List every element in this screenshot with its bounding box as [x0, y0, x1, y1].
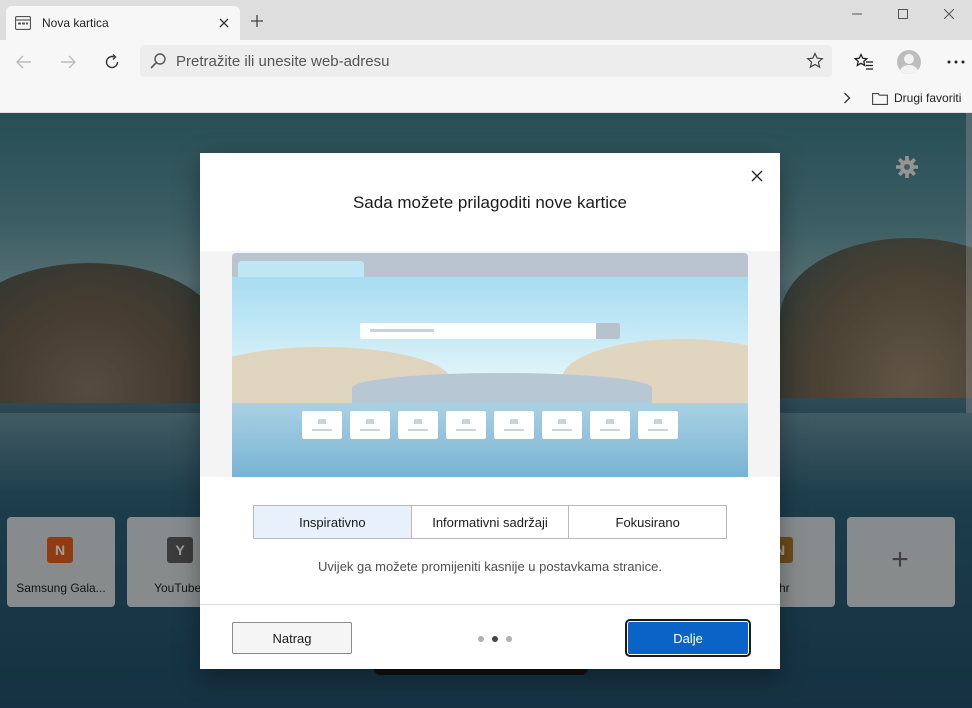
new-tab-button[interactable] — [244, 8, 270, 34]
tab-title: Nova kartica — [42, 16, 109, 30]
layout-preview-illustration — [232, 253, 748, 477]
favorites-bar: Drugi favoriti — [0, 82, 972, 113]
refresh-button[interactable] — [96, 46, 128, 78]
preview-tile — [446, 411, 486, 439]
preview-hill — [352, 373, 652, 403]
preview-tile — [542, 411, 582, 439]
newtab-page-icon — [14, 14, 32, 32]
favorites-icon — [854, 53, 873, 70]
back-button[interactable] — [8, 46, 40, 78]
customize-dialog: Sada možete prilagoditi nove kartice Ins… — [200, 153, 780, 669]
layout-options: Inspirativno Informativni sadržaji Fokus… — [253, 505, 727, 539]
preview-tile — [590, 411, 630, 439]
title-bar: Nova kartica — [0, 0, 972, 40]
more-icon — [947, 60, 965, 64]
add-favorite-button[interactable] — [798, 52, 832, 70]
other-favorites-label: Drugi favoriti — [894, 91, 962, 105]
folder-icon — [872, 92, 888, 105]
close-icon — [751, 170, 763, 182]
page-indicator — [478, 636, 512, 642]
preview-tile — [302, 411, 342, 439]
avatar — [897, 50, 921, 74]
search-icon — [140, 52, 176, 70]
preview-search-button — [596, 323, 620, 339]
address-bar[interactable] — [140, 45, 832, 77]
favorites-button[interactable] — [848, 46, 880, 78]
dialog-hint: Uvijek ga možete promijeniti kasnije u p… — [318, 559, 662, 574]
star-plus-icon — [806, 52, 824, 69]
dialog-divider — [200, 604, 780, 605]
window-controls — [834, 0, 972, 28]
preview-tile — [350, 411, 390, 439]
minimize-button[interactable] — [834, 0, 880, 28]
chevron-right-icon — [844, 92, 851, 104]
next-button[interactable]: Dalje — [625, 619, 751, 657]
forward-arrow-icon — [61, 55, 76, 69]
option-inspirational[interactable]: Inspirativno — [254, 506, 412, 538]
page-dot-active — [492, 636, 498, 642]
other-favorites-folder[interactable]: Drugi favoriti — [872, 86, 961, 110]
option-focused[interactable]: Fokusirano — [569, 506, 727, 538]
preview-landscape — [232, 277, 748, 477]
tab-new-tab[interactable]: Nova kartica — [6, 6, 240, 40]
dialog-title: Sada možete prilagoditi nove kartice — [352, 193, 628, 212]
settings-more-button[interactable] — [940, 46, 972, 78]
refresh-icon — [105, 54, 119, 69]
preview-tile — [638, 411, 678, 439]
back-button[interactable]: Natrag — [232, 622, 352, 654]
toolbar — [0, 40, 972, 82]
profile-button[interactable] — [893, 46, 925, 78]
maximize-button[interactable] — [880, 0, 926, 28]
forward-button[interactable] — [52, 46, 84, 78]
preview-tile — [494, 411, 534, 439]
tab-close-button[interactable] — [212, 11, 236, 35]
window-close-button[interactable] — [926, 0, 972, 28]
preview-search-box — [360, 323, 620, 339]
preview-tile — [398, 411, 438, 439]
preview-tab — [238, 261, 364, 277]
option-informational[interactable]: Informativni sadržaji — [411, 506, 570, 538]
back-arrow-icon — [16, 55, 31, 69]
favorites-overflow-button[interactable] — [836, 87, 858, 109]
minimize-icon — [852, 13, 862, 15]
maximize-icon — [898, 9, 908, 19]
close-icon — [944, 9, 954, 19]
dialog-close-button[interactable] — [746, 165, 768, 187]
address-input[interactable] — [176, 52, 798, 70]
page-dot — [478, 636, 484, 642]
page-dot — [506, 636, 512, 642]
